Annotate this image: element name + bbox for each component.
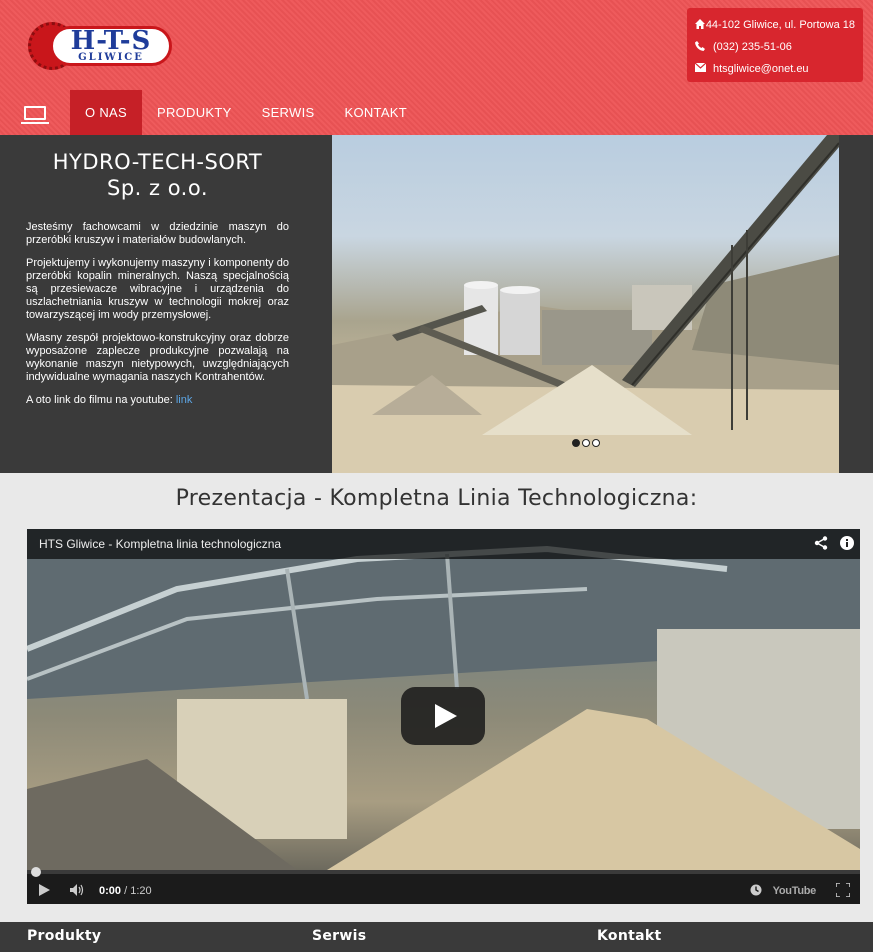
time-display: 0:00 / 1:20 xyxy=(99,885,152,897)
play-button[interactable] xyxy=(401,687,485,745)
nav-item-serwis[interactable]: SERWIS xyxy=(247,90,330,135)
address-text: 44-102 Gliwice, ul. Portowa 18 xyxy=(705,19,855,31)
player-controls: 0:00 / 1:20 YouTube xyxy=(27,867,860,904)
header: H-T-S GLIWICE 44-102 Gliwice, ul. Portow… xyxy=(0,0,873,135)
footer-heading-kontakt: Kontakt xyxy=(597,928,662,944)
company-name-line1: HYDRO-TECH-SORT xyxy=(52,150,263,174)
image-slider[interactable] xyxy=(332,135,839,473)
phone-icon xyxy=(695,40,713,54)
about-paragraph-2: Projektujemy i wykonujemy maszyny i komp… xyxy=(26,257,289,321)
youtube-link-prefix: A oto link do filmu na youtube: xyxy=(26,394,173,406)
controls-row: 0:00 / 1:20 YouTube xyxy=(27,878,860,904)
volume-icon[interactable] xyxy=(61,883,95,899)
home-icon xyxy=(695,18,706,32)
nav-item-kontakt[interactable]: KONTAKT xyxy=(329,90,422,135)
contact-box: 44-102 Gliwice, ul. Portowa 18 (032) 235… xyxy=(687,8,863,82)
watch-later-icon[interactable] xyxy=(739,884,773,899)
hero-section: HYDRO-TECH-SORT Sp. z o.o. Jesteśmy fach… xyxy=(0,135,873,473)
footer-heading-produkty: Produkty xyxy=(27,928,102,944)
logo-text-main: H-T-S xyxy=(70,26,152,56)
about-paragraph-4: A oto link do filmu na youtube: link xyxy=(26,394,289,407)
youtube-player[interactable]: HTS Gliwice - Kompletna linia technologi… xyxy=(27,529,860,904)
progress-bar[interactable] xyxy=(27,867,860,877)
play-icon xyxy=(435,704,457,728)
video-title-bar: HTS Gliwice - Kompletna linia technologi… xyxy=(27,529,860,559)
main-nav: O NAS PRODUKTY SERWIS KONTAKT xyxy=(0,90,873,135)
play-small-icon[interactable] xyxy=(27,883,61,899)
duration: 1:20 xyxy=(130,885,152,897)
slider-dot-1[interactable] xyxy=(572,439,580,447)
slider-dot-3[interactable] xyxy=(592,439,600,447)
about-paragraph-1: Jesteśmy fachowcami w dziedzinie maszyn … xyxy=(26,221,289,246)
contact-address: 44-102 Gliwice, ul. Portowa 18 xyxy=(695,14,855,36)
nav-item-o-nas[interactable]: O NAS xyxy=(70,90,142,135)
share-icon[interactable] xyxy=(808,535,834,553)
footer-heading-serwis: Serwis xyxy=(312,928,367,944)
info-icon[interactable] xyxy=(834,535,860,553)
footer: Produkty Serwis Kontakt xyxy=(0,922,873,952)
laptop-icon xyxy=(21,105,49,124)
company-name: HYDRO-TECH-SORT Sp. z o.o. xyxy=(26,149,289,201)
nav-home[interactable] xyxy=(0,90,70,135)
phone-text[interactable]: (032) 235-51-06 xyxy=(713,41,792,53)
plant-photo xyxy=(332,135,839,473)
section-title: Prezentacja - Kompletna Linia Technologi… xyxy=(175,486,698,511)
scrubber-handle[interactable] xyxy=(31,867,41,877)
video-title[interactable]: HTS Gliwice - Kompletna linia technologi… xyxy=(39,537,808,551)
fullscreen-icon[interactable] xyxy=(826,881,860,900)
nav-item-produkty[interactable]: PRODUKTY xyxy=(142,90,247,135)
youtube-logo[interactable]: YouTube xyxy=(773,885,817,897)
logo-plate: H-T-S GLIWICE xyxy=(50,26,172,66)
about-paragraph-3: Własny zespół projektowo-konstrukcyjny o… xyxy=(26,332,289,383)
contact-email: htsgliwice@onet.eu xyxy=(694,58,855,80)
email-text[interactable]: htsgliwice@onet.eu xyxy=(713,63,809,75)
current-time: 0:00 xyxy=(99,885,122,897)
youtube-link[interactable]: link xyxy=(176,394,193,406)
hts-logo[interactable]: H-T-S GLIWICE xyxy=(28,22,172,70)
slider-dots xyxy=(572,439,600,447)
envelope-icon xyxy=(694,62,713,75)
contact-phone: (032) 235-51-06 xyxy=(695,36,855,58)
about-panel: HYDRO-TECH-SORT Sp. z o.o. Jesteśmy fach… xyxy=(26,149,289,407)
slider-dot-2[interactable] xyxy=(582,439,590,447)
company-name-line2: Sp. z o.o. xyxy=(106,176,209,200)
